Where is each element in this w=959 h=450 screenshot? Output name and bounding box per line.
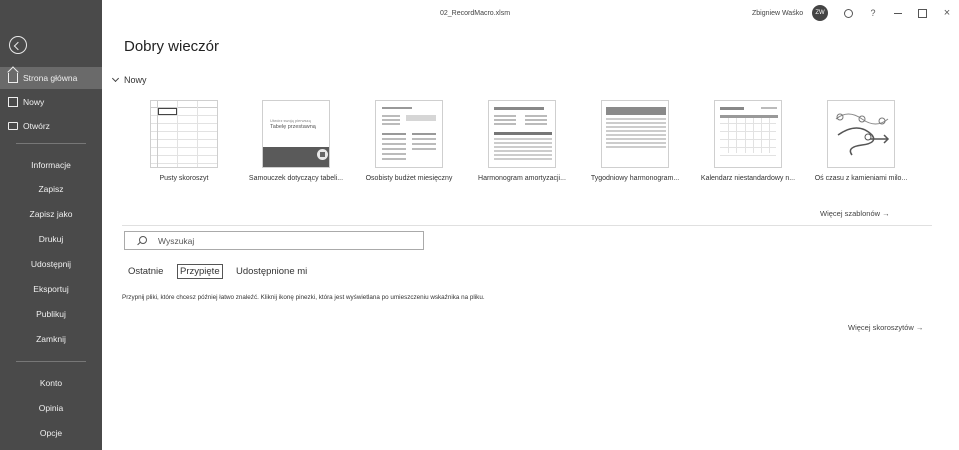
template-label: Samouczek dotyczący tabeli... [248, 175, 344, 182]
sidebar-item-share[interactable]: Udostępnij [0, 253, 102, 275]
minimize-icon[interactable] [890, 5, 906, 21]
close-icon[interactable]: × [939, 5, 955, 21]
maximize-icon[interactable] [914, 5, 930, 21]
sidebar-item-close[interactable]: Zamknij [0, 328, 102, 350]
template-pivot-tutorial[interactable]: Utwórz swoją pierwszą Tabelę przestawną … [244, 100, 348, 182]
sidebar-item-label: Otwórz [23, 121, 50, 131]
avatar[interactable]: ZW [812, 5, 828, 21]
more-workbooks-link[interactable]: Więcej skoroszytów → [848, 323, 923, 332]
sidebar-item-label: Strona główna [23, 73, 78, 83]
sidebar-item-label: Publikuj [36, 309, 66, 319]
account-name[interactable]: Zbigniew Waśko [752, 10, 803, 17]
sidebar-item-label: Opinia [38, 403, 64, 413]
template-thumbnail: Utwórz swoją pierwszą Tabelę przestawną [262, 100, 330, 168]
template-thumbnail [827, 100, 895, 168]
new-section-toggle[interactable]: Nowy [111, 74, 147, 85]
section-divider [122, 225, 932, 226]
section-label: Nowy [124, 75, 147, 85]
template-label: Oś czasu z kamieniami milo... [814, 175, 908, 182]
template-thumbnail [375, 100, 443, 168]
timeline-graphic [835, 113, 890, 156]
template-label: Pusty skoroszyt [159, 175, 209, 182]
chevron-down-icon [111, 74, 120, 83]
template-milestone-timeline[interactable]: Oś czasu z kamieniami milo... [809, 100, 913, 182]
backstage-sidebar: Strona główna Nowy Otwórz Informacje Zap… [0, 0, 102, 450]
sidebar-item-label: Zapisz [38, 184, 64, 194]
window-title: 02_RecordMacro.xlsm [440, 10, 511, 17]
sidebar-item-export[interactable]: Eksportuj [0, 278, 102, 300]
search-icon [137, 236, 147, 245]
sidebar-item-open[interactable]: Otwórz [0, 115, 102, 137]
thumb-text: Utwórz swoją pierwszą [270, 118, 311, 123]
sidebar-item-label: Eksportuj [33, 284, 69, 294]
template-label: Osobisty budżet miesięczny [365, 175, 453, 182]
back-arrow-icon[interactable] [9, 36, 27, 54]
sidebar-item-label: Konto [39, 378, 63, 388]
sidebar-item-label: Udostępnij [30, 259, 72, 269]
template-thumbnail [601, 100, 669, 168]
template-amortization[interactable]: Harmonogram amortyzacji... [470, 100, 574, 182]
template-thumbnail [150, 100, 218, 168]
template-blank-workbook[interactable]: Pusty skoroszyt [132, 100, 236, 182]
sidebar-item-label: Informacje [31, 160, 71, 170]
tab-shared-with-me[interactable]: Udostępnione mi [236, 266, 307, 277]
tab-pinned[interactable]: Przypięte [177, 264, 223, 279]
more-templates-link[interactable]: Więcej szablonów → [820, 209, 890, 218]
template-label: Harmonogram amortyzacji... [478, 175, 566, 182]
sidebar-item-publish[interactable]: Publikuj [0, 303, 102, 325]
sidebar-item-feedback[interactable]: Opinia [0, 397, 102, 419]
coauthoring-icon[interactable] [840, 5, 856, 21]
sidebar-item-options[interactable]: Opcje [0, 422, 102, 444]
page-title: Dobry wieczór [124, 38, 220, 55]
sidebar-item-home[interactable]: Strona główna [0, 67, 102, 89]
search-placeholder: Wyszukaj [158, 235, 195, 246]
thumb-text: Tabelę przestawną [270, 124, 316, 130]
template-thumbnail [488, 100, 556, 168]
sidebar-item-label: Zamknij [36, 334, 66, 344]
sidebar-item-print[interactable]: Drukuj [0, 228, 102, 250]
template-thumbnail [714, 100, 782, 168]
tab-recent[interactable]: Ostatnie [128, 266, 163, 277]
template-weekly-schedule[interactable]: Tygodniowy harmonogram... [583, 100, 687, 182]
folder-icon [8, 122, 18, 130]
sidebar-divider [16, 143, 86, 144]
sidebar-divider [16, 361, 86, 362]
new-document-icon [8, 97, 18, 107]
sidebar-item-new[interactable]: Nowy [0, 91, 102, 113]
sidebar-item-account[interactable]: Konto [0, 372, 102, 394]
template-custom-calendar[interactable]: Kalendarz niestandardowy n... [696, 100, 800, 182]
home-icon [8, 73, 18, 83]
template-monthly-budget[interactable]: Osobisty budżet miesięczny [357, 100, 461, 182]
sidebar-item-label: Zapisz jako [29, 209, 73, 219]
search-input[interactable]: Wyszukaj [124, 231, 424, 250]
sidebar-item-label: Opcje [39, 428, 63, 438]
help-icon[interactable]: ? [865, 5, 881, 21]
sidebar-item-save-as[interactable]: Zapisz jako [0, 203, 102, 225]
sidebar-item-label: Drukuj [38, 234, 64, 244]
sidebar-item-info[interactable]: Informacje [0, 154, 102, 176]
sidebar-item-label: Nowy [23, 97, 45, 107]
pinned-info-text: Przypnij pliki, które chcesz później łat… [122, 294, 485, 301]
template-label: Tygodniowy harmonogram... [590, 175, 680, 182]
sidebar-item-save[interactable]: Zapisz [0, 178, 102, 200]
template-label: Kalendarz niestandardowy n... [700, 175, 796, 182]
